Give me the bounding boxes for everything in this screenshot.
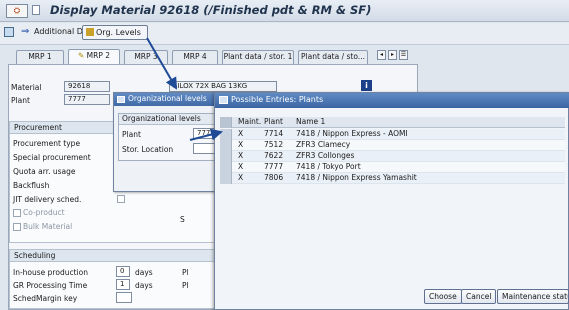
bulk-material-label: Bulk Material	[23, 222, 73, 231]
org-levels-label: Org. Levels	[96, 28, 141, 37]
org-levels-frame: Organizational levels Plant 7777 Stor. L…	[118, 113, 222, 161]
cell-plant: 7714	[264, 129, 284, 138]
tab-prev-icon[interactable]: ◂	[377, 50, 386, 60]
menu-icon[interactable]	[32, 5, 40, 15]
sap-logo-icon[interactable]: ⛭	[6, 4, 28, 18]
tab-plant-data-stor1[interactable]: Plant data / stor. 1	[222, 50, 294, 64]
cell-plant: 7806	[264, 173, 284, 182]
tab-plant-data-stor2[interactable]: Plant data / sto...	[298, 50, 368, 64]
plant-label: Plant	[11, 96, 30, 105]
cell-plant: 7777	[264, 162, 284, 171]
cell-maint: X	[238, 173, 244, 182]
dialog-icon	[117, 96, 125, 103]
org-levels-dialog-title: Organizational levels	[114, 93, 222, 106]
cell-plant: 7622	[264, 151, 284, 160]
possible-entries-dialog: Possible Entries: Plants Maint. Plant Na…	[214, 92, 569, 310]
row-selector[interactable]	[220, 140, 232, 151]
quota-usage-label: Quota arr. usage	[13, 167, 76, 176]
document-icon[interactable]	[4, 27, 14, 37]
cell-maint: X	[238, 151, 244, 160]
gr-unit: days	[135, 281, 153, 290]
planned-delivery-label-fragment: Pl	[182, 268, 189, 277]
org-levels-icon	[86, 28, 94, 36]
sched-margin-field[interactable]	[116, 292, 132, 303]
backflush-label: Backflush	[13, 181, 50, 190]
tab-mrp2-label: MRP 2	[86, 51, 111, 60]
col-maint-header[interactable]: Maint.	[238, 117, 261, 127]
label-fragment: S	[180, 215, 185, 224]
cell-name: 7418 / Nippon Express Yamashit	[296, 173, 417, 182]
col-name-header[interactable]: Name 1	[296, 117, 325, 127]
cancel-button[interactable]: Cancel	[461, 289, 497, 304]
jit-delivery-label: JIT delivery sched.	[13, 195, 82, 204]
cell-maint: X	[238, 129, 244, 138]
inhouse-unit: days	[135, 268, 153, 277]
tab-mrp2[interactable]: ✎ MRP 2	[68, 49, 120, 64]
tab-navigation: ◂ ▸ ☰	[375, 50, 415, 62]
cell-name: ZFR3 Collonges	[296, 151, 355, 160]
possible-entries-title: Possible Entries: Plants	[215, 93, 569, 108]
cell-name: ZFR3 Clamecy	[296, 140, 351, 149]
cell-maint: X	[238, 140, 244, 149]
row-selector[interactable]	[220, 129, 232, 140]
table-header-row: Maint. Plant Name 1	[220, 117, 565, 128]
cell-plant: 7512	[264, 140, 284, 149]
table-row[interactable]: X 7714 7418 / Nippon Express - AOMI	[220, 129, 565, 140]
tab-next-icon[interactable]: ▸	[388, 50, 397, 60]
gr-processing-label: GR Processing Time	[13, 281, 88, 290]
material-description-field[interactable]: SILOX 72X BAG 13KG	[169, 81, 277, 92]
co-product-label: Co-product	[23, 208, 65, 217]
choose-button[interactable]: Choose	[424, 289, 462, 304]
inhouse-production-field[interactable]: 0	[116, 266, 130, 277]
arrow-right-icon: ⇒	[21, 26, 30, 37]
org-stor-location-label: Stor. Location	[122, 145, 174, 154]
gr-processing-field[interactable]: 1	[116, 279, 130, 290]
row-selector[interactable]	[220, 151, 232, 162]
tab-strip: MRP 1 ✎ MRP 2 MRP 3 MRP 4 Plant data / s…	[8, 49, 413, 64]
col-plant-header[interactable]: Plant	[264, 117, 283, 127]
bulk-material-checkbox[interactable]	[13, 223, 21, 231]
cell-name: 7418 / Nippon Express - AOMI	[296, 129, 408, 138]
material-field[interactable]: 92618	[64, 81, 110, 92]
window-title: Display Material 92618 (/Finished pdt & …	[50, 3, 372, 17]
plant-field[interactable]: 7777	[64, 94, 110, 105]
inhouse-production-label: In-house production	[13, 268, 88, 277]
org-levels-frame-title: Organizational levels	[119, 114, 221, 125]
tab-mrp1[interactable]: MRP 1	[16, 50, 64, 64]
cell-name: 7418 / Tokyo Port	[296, 162, 361, 171]
material-label: Material	[11, 83, 42, 92]
tab-list-icon[interactable]: ☰	[399, 50, 408, 60]
table-row[interactable]: X 7806 7418 / Nippon Express Yamashit	[220, 173, 565, 184]
tab-mrp4[interactable]: MRP 4	[172, 50, 218, 64]
row-selector[interactable]	[220, 162, 232, 173]
org-levels-dialog: Organizational levels Organizational lev…	[113, 92, 223, 192]
row-selector[interactable]	[220, 173, 232, 184]
table-row[interactable]: X 7622 ZFR3 Collonges	[220, 151, 565, 162]
sched-margin-label: SchedMargin key	[13, 294, 78, 303]
dialog-icon	[219, 96, 228, 104]
cell-maint: X	[238, 162, 244, 171]
co-product-checkbox[interactable]	[13, 209, 21, 217]
maintenance-status-button[interactable]: Maintenance status	[497, 289, 569, 304]
jit-delivery-checkbox[interactable]	[117, 195, 125, 203]
org-plant-label: Plant	[122, 130, 141, 139]
info-icon[interactable]: i	[361, 80, 372, 91]
planning-calendar-label-fragment: Pl	[182, 281, 189, 290]
tab-mrp3[interactable]: MRP 3	[124, 50, 168, 64]
table-row[interactable]: X 7777 7418 / Tokyo Port	[220, 162, 565, 173]
table-settings-icon[interactable]	[220, 117, 232, 128]
special-procurement-label: Special procurement	[13, 153, 91, 162]
procurement-type-label: Procurement type	[13, 139, 81, 148]
table-row[interactable]: X 7512 ZFR3 Clamecy	[220, 140, 565, 151]
